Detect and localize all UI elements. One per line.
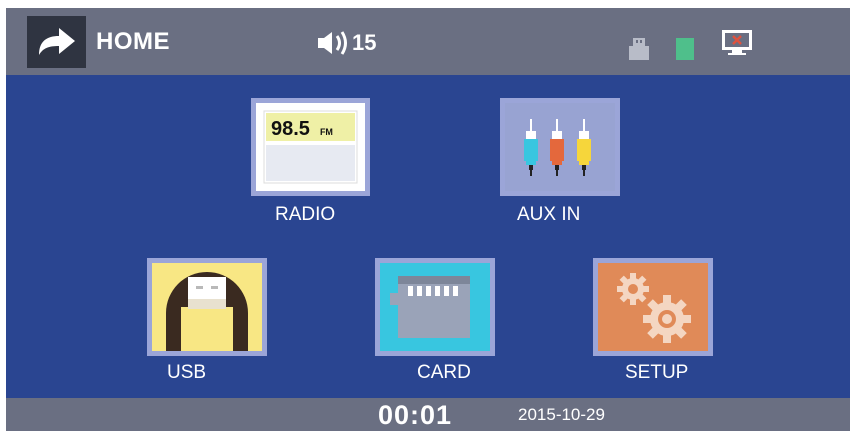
- back-arrow-icon: [38, 28, 75, 55]
- card-tile-frame: [375, 258, 495, 356]
- aux-in-label: AUX IN: [517, 204, 581, 225]
- usb-tile-frame: [147, 258, 267, 356]
- volume-indicator[interactable]: 15: [316, 30, 376, 56]
- radio-frequency: 98.5: [271, 118, 310, 140]
- usb-label: USB: [167, 362, 207, 383]
- radio-label: RADIO: [275, 204, 336, 225]
- date: 2015-10-29: [518, 405, 605, 424]
- bottom-bar: 00:01 2015-10-29: [6, 398, 850, 431]
- sd-card-status-icon: [676, 38, 694, 60]
- clock: 00:01: [378, 400, 453, 430]
- radio-frequency-display: 98.5 FM: [271, 118, 333, 141]
- top-bar: HOME 15: [6, 8, 850, 75]
- volume-value: 15: [352, 30, 377, 55]
- radio-display-icon: [263, 110, 358, 184]
- gears-icon: [617, 273, 691, 343]
- back-button[interactable]: [27, 16, 86, 68]
- radio-band: FM: [319, 127, 333, 137]
- screen-off-icon: [722, 30, 752, 55]
- head-unit-screen: HOME 15 98.5 FM RADIO AUX IN USB CARD SE…: [6, 8, 850, 431]
- main-menu: 98.5 FM RADIO AUX IN USB CARD SETUP: [6, 75, 850, 398]
- page-title: HOME: [96, 28, 170, 55]
- rca-cables-icon: [524, 119, 591, 176]
- speaker-icon: [318, 31, 347, 55]
- setup-tile-frame: [593, 258, 713, 356]
- setup-label: SETUP: [625, 362, 689, 383]
- sd-card-icon: [390, 276, 470, 338]
- usb-drive-icon: [166, 272, 248, 351]
- usb-status-icon: [629, 38, 649, 60]
- aux-in-tile-frame: [500, 98, 620, 196]
- radio-tile-frame: 98.5 FM: [251, 98, 370, 196]
- card-label: CARD: [417, 362, 471, 383]
